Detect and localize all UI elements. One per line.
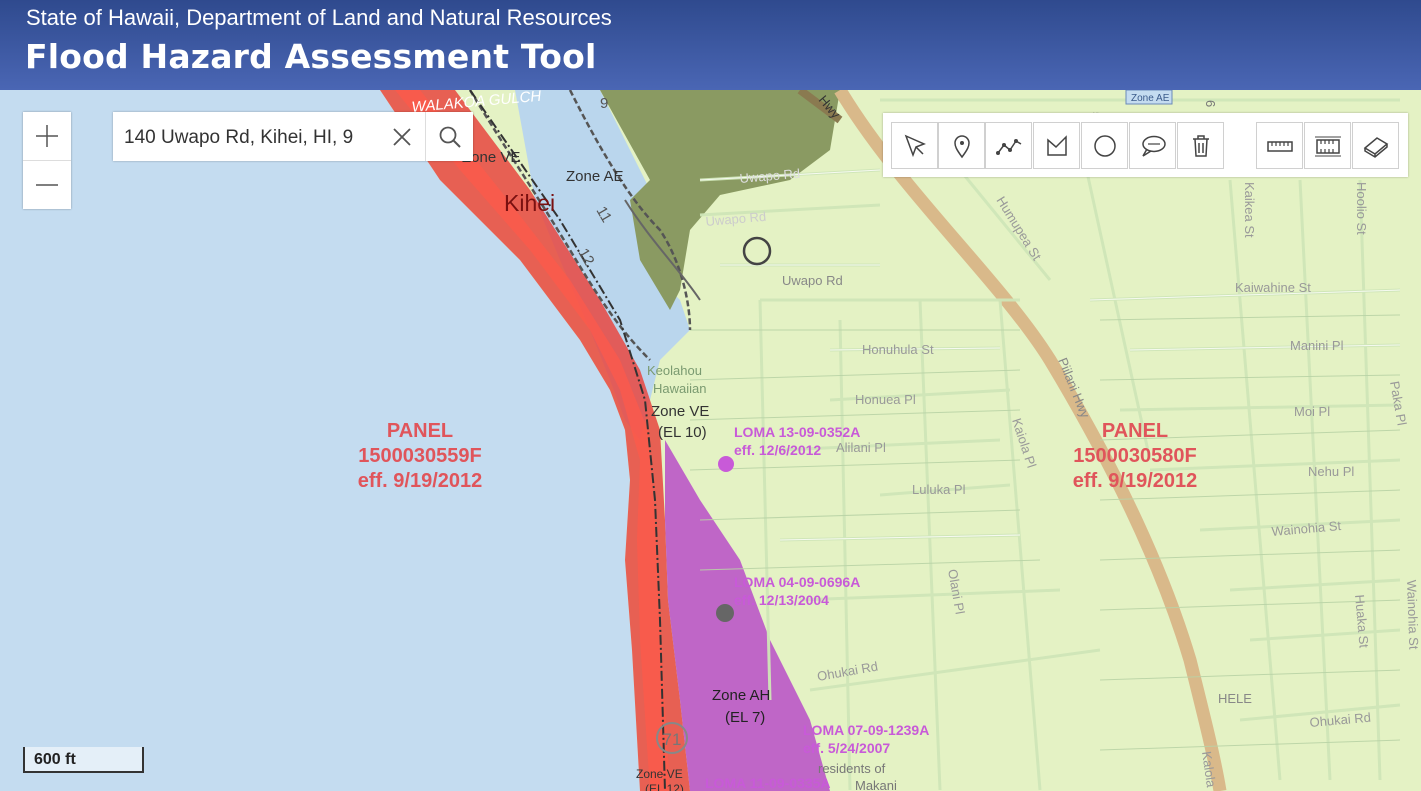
zone-ve-mid-el: (EL 10) bbox=[658, 424, 707, 441]
loma-point-2 bbox=[716, 604, 734, 622]
speech-bubble-icon bbox=[1141, 135, 1166, 157]
zone-ae-badge: Zone AE bbox=[1131, 93, 1170, 104]
loma-1-id: LOMA 13-09-0352A bbox=[734, 424, 860, 440]
callout-tool-button[interactable] bbox=[1129, 122, 1176, 169]
select-tool-button[interactable] bbox=[891, 122, 938, 169]
street-alilani: Alilani Pl bbox=[836, 440, 886, 455]
map-pin-icon bbox=[953, 134, 970, 158]
cursor-icon bbox=[904, 134, 926, 157]
street-moi: Moi Pl bbox=[1294, 404, 1330, 419]
ruler-icon bbox=[1266, 140, 1293, 152]
zone-ve-mid-label: Zone VE bbox=[651, 403, 709, 420]
panel-1-line2: 1500030559F bbox=[358, 445, 481, 467]
trash-icon bbox=[1192, 134, 1209, 157]
place-residents: residents of bbox=[818, 761, 886, 776]
zone-ah-label: Zone AH bbox=[712, 687, 770, 704]
street-kaiwahine: Kaiwahine St bbox=[1235, 280, 1311, 295]
eraser-tool-button[interactable] bbox=[1352, 122, 1399, 169]
circle-tool-button[interactable] bbox=[1081, 122, 1128, 169]
clear-search-button[interactable] bbox=[379, 112, 425, 161]
loma-3-eff: eff. 5/24/2007 bbox=[803, 740, 890, 756]
street-luluka: Luluka Pl bbox=[912, 482, 966, 497]
zoom-in-button[interactable] bbox=[23, 112, 71, 161]
close-icon bbox=[393, 127, 411, 146]
loma-point-1 bbox=[718, 456, 734, 472]
loma-2-id: LOMA 04-09-0696A bbox=[734, 574, 860, 590]
panel-2-line3: eff. 9/19/2012 bbox=[1073, 470, 1198, 492]
zone-ae-label: Zone AE bbox=[566, 168, 624, 185]
polygon-icon bbox=[1046, 134, 1067, 156]
flood-map[interactable]: 71 PANEL 1500030559F eff. 9/19/2012 PANE… bbox=[0, 90, 1421, 791]
zone-ve-bottom-el: (EL 12) bbox=[645, 782, 684, 791]
street-nehu: Nehu Pl bbox=[1308, 464, 1354, 479]
header-title: Flood Hazard Assessment Tool bbox=[25, 37, 597, 76]
contour-6: 6 bbox=[1203, 100, 1218, 107]
street-uwapo-3: Uwapo Rd bbox=[782, 273, 843, 288]
place-makani: Makani bbox=[855, 778, 897, 791]
polyline-tool-button[interactable] bbox=[985, 122, 1032, 169]
panel-2-line1: PANEL bbox=[1102, 420, 1168, 442]
loma-1-eff: eff. 12/6/2012 bbox=[734, 442, 821, 458]
header-subtitle: State of Hawaii, Department of Land and … bbox=[26, 5, 612, 30]
place-kihei: Kihei bbox=[504, 190, 555, 216]
circle-icon bbox=[1093, 134, 1116, 157]
app-header: State of Hawaii, Department of Land and … bbox=[0, 0, 1421, 90]
zoom-control bbox=[23, 112, 71, 209]
panel-2-line2: 1500030580F bbox=[1073, 445, 1196, 467]
street-kaikea: Kaikea St bbox=[1242, 182, 1257, 238]
draw-toolbar bbox=[883, 113, 1408, 177]
zoom-out-button[interactable] bbox=[23, 161, 71, 209]
scale-bar: 600 ft bbox=[23, 747, 144, 773]
loma-2-eff: eff. 12/13/2004 bbox=[734, 592, 829, 608]
scale-bar-label: 600 ft bbox=[34, 751, 76, 768]
place-hele: HELE bbox=[1218, 691, 1252, 706]
measure-distance-tool-button[interactable] bbox=[1256, 122, 1303, 169]
eraser-icon bbox=[1363, 136, 1388, 158]
street-manini: Manini Pl bbox=[1290, 338, 1344, 353]
ruler-area-icon bbox=[1314, 136, 1341, 156]
polygon-tool-button[interactable] bbox=[1033, 122, 1080, 169]
search-widget bbox=[113, 112, 474, 163]
zone-ve-bottom-label: Zone VE bbox=[636, 767, 683, 781]
zone-ah-el: (EL 7) bbox=[725, 709, 765, 726]
delete-tool-button[interactable] bbox=[1177, 122, 1224, 169]
point-tool-button[interactable] bbox=[938, 122, 985, 169]
polyline-icon bbox=[995, 138, 1021, 155]
route-71-shield: 71 bbox=[663, 730, 682, 749]
measure-area-tool-button[interactable] bbox=[1304, 122, 1351, 169]
panel-1-line3: eff. 9/19/2012 bbox=[358, 470, 483, 492]
loma-4-id: LOMA 11-09-0335A bbox=[705, 775, 831, 791]
plus-icon bbox=[36, 125, 58, 147]
loma-3-id: LOMA 07-09-1239A bbox=[803, 722, 929, 738]
contour-9: 9 bbox=[600, 95, 608, 112]
search-input[interactable] bbox=[113, 112, 380, 163]
panel-1-line1: PANEL bbox=[387, 420, 453, 442]
place-keolahou: Keolahou bbox=[647, 363, 702, 378]
street-hoolio: Hoolio St bbox=[1354, 182, 1369, 235]
street-honuea: Honuea Pl bbox=[855, 392, 916, 407]
place-hawaiian: Hawaiian bbox=[653, 381, 706, 396]
search-icon bbox=[439, 126, 461, 148]
search-button[interactable] bbox=[425, 112, 474, 161]
minus-icon bbox=[36, 184, 58, 186]
street-wainohia-2: Wainohia St bbox=[1404, 580, 1421, 650]
street-honuhula: Honuhula St bbox=[862, 342, 934, 357]
map-canvas[interactable]: 71 PANEL 1500030559F eff. 9/19/2012 PANE… bbox=[0, 90, 1421, 791]
